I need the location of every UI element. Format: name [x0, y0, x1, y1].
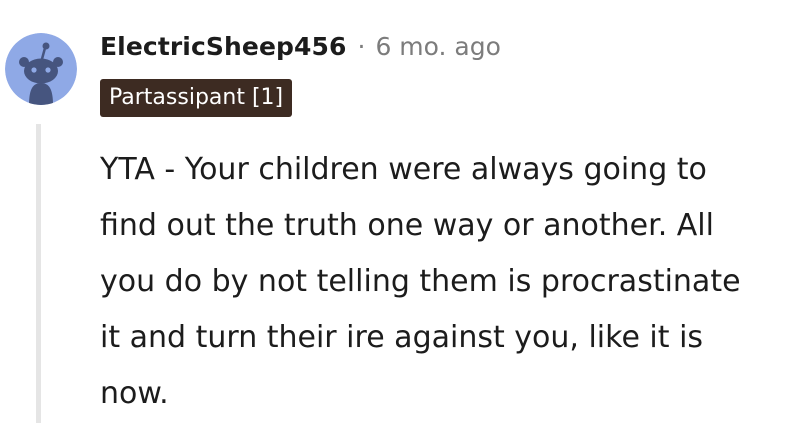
- username-link[interactable]: ElectricSheep456: [100, 32, 347, 61]
- comment-timestamp[interactable]: 6 mo. ago: [375, 32, 500, 61]
- thread-collapse-line[interactable]: [36, 124, 41, 423]
- user-flair: Partassipant [1]: [100, 79, 293, 117]
- comment-header: ElectricSheep456 · 6 mo. ago: [100, 26, 501, 66]
- comment: ElectricSheep456 · 6 mo. ago Partassipan…: [0, 0, 790, 423]
- user-avatar[interactable]: [5, 33, 77, 105]
- meta-separator: ·: [357, 31, 366, 61]
- reddit-snoo-avatar-icon: [5, 33, 77, 105]
- comment-body: YTA - Your children were always going to…: [100, 152, 741, 411]
